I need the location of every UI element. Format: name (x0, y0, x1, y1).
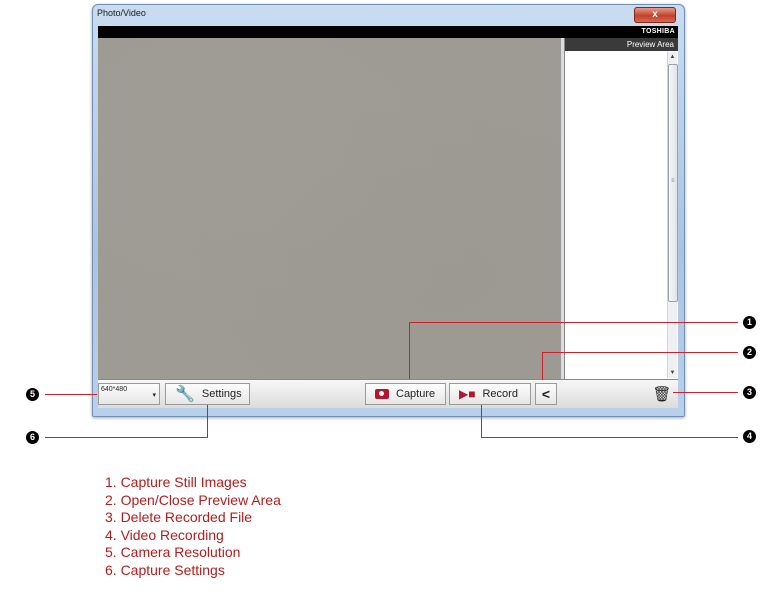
callout-line-2-horizontal (542, 352, 738, 353)
preview-area-header: Preview Area (565, 38, 678, 51)
legend-item: 4. Video Recording (105, 526, 224, 543)
callout-5: 5 (26, 388, 39, 401)
wrench-icon: 🔧 (175, 386, 195, 403)
callout-line-6-vertical (207, 405, 208, 438)
resolution-dropdown[interactable]: 640*480 ▾ (98, 383, 160, 405)
legend-item: 5. Camera Resolution (105, 544, 241, 560)
callout-4: 4 (743, 430, 756, 443)
grip-icon: ≡ (671, 178, 675, 184)
callout-line-1-horizontal (409, 322, 738, 323)
trash-icon: 🗑 (652, 386, 672, 403)
legend-item: 3. Delete Recorded File (105, 509, 253, 525)
record-button[interactable]: ▶■ Record (449, 383, 531, 405)
scroll-up-arrow-icon[interactable]: ▲ (668, 52, 677, 62)
callout-line-2-vertical (542, 352, 543, 380)
legend-list: 1. Capture Still Images 2. Open/Close Pr… (105, 474, 281, 579)
settings-label: Settings (201, 388, 242, 400)
legend-item: 1. Capture Still Images (105, 474, 247, 490)
dropdown-arrow-icon: ▾ (152, 392, 156, 399)
legend-item: 2. Open/Close Preview Area (105, 491, 281, 508)
scrollbar-thumb[interactable]: ≡ (668, 64, 678, 302)
video-camera-icon: ▶■ (459, 387, 476, 401)
photo-video-window: Photo/Video x TOSHIBA Preview Area ▲ ≡ ▼… (92, 4, 685, 417)
preview-scrollbar[interactable]: ▲ ≡ ▼ (667, 52, 678, 378)
bottom-toolbar: 640*480 ▾ 🔧 Settings Capture ▶■ Record <… (98, 379, 678, 408)
capture-label: Capture (396, 388, 436, 400)
settings-button[interactable]: 🔧 Settings (165, 383, 250, 405)
chevron-left-icon: < (541, 386, 551, 402)
camera-icon (375, 389, 389, 399)
callout-line-3 (673, 392, 738, 393)
callout-3: 3 (743, 386, 756, 399)
brand-bar: TOSHIBA (98, 26, 678, 38)
preview-area: Preview Area ▲ ≡ ▼ (564, 38, 678, 379)
close-button[interactable]: x (634, 7, 676, 23)
resolution-value: 640*480 (101, 386, 128, 393)
delete-button[interactable]: 🗑 (648, 383, 676, 405)
callout-6: 6 (26, 431, 39, 444)
preview-toggle-button[interactable]: < (535, 383, 557, 405)
callout-line-6-horizontal (45, 437, 208, 438)
brand-logo: TOSHIBA (641, 28, 675, 35)
callout-line-4-vertical (481, 405, 482, 437)
callout-1: 1 (743, 316, 756, 329)
record-label: Record (482, 388, 518, 400)
callout-line-1-vertical (409, 322, 410, 379)
legend-item: 6. Capture Settings (105, 561, 225, 578)
callout-line-5 (45, 394, 97, 395)
window-title: Photo/Video (97, 8, 146, 18)
camera-video-feed (98, 38, 561, 379)
callout-2: 2 (743, 346, 756, 359)
callout-line-4-horizontal (481, 437, 738, 438)
capture-button[interactable]: Capture (365, 383, 446, 405)
scroll-down-arrow-icon[interactable]: ▼ (668, 368, 677, 378)
